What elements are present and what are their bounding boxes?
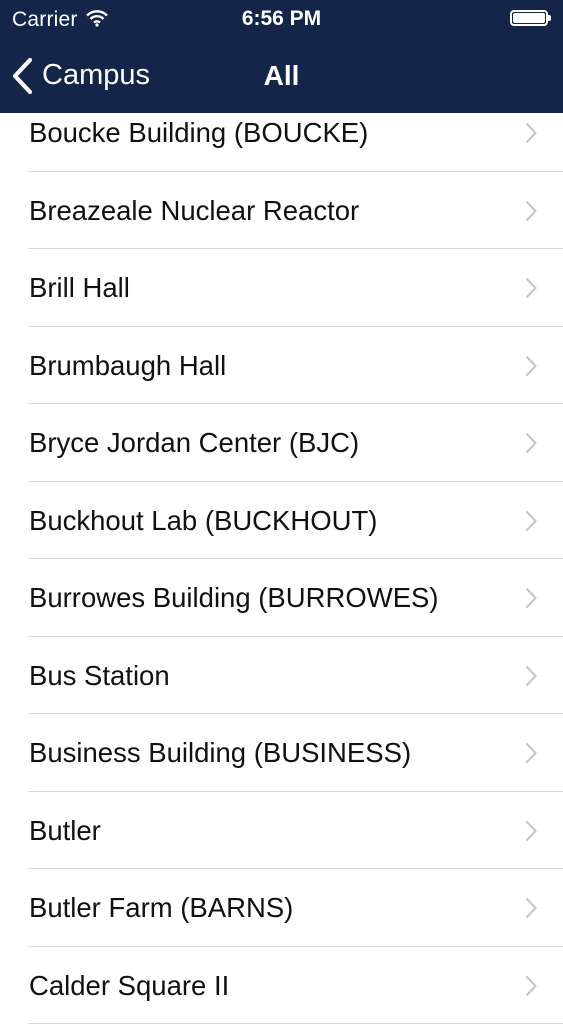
chevron-right-icon (525, 122, 537, 144)
page-title: All (0, 38, 563, 113)
list-item[interactable]: Butler (28, 792, 563, 870)
list-item-label: Buckhout Lab (BUCKHOUT) (29, 482, 377, 559)
status-bar: Carrier 6:56 PM (0, 0, 563, 38)
chevron-right-icon (525, 277, 537, 299)
list-item-label: Calder Square II (29, 947, 229, 1024)
chevron-right-icon (525, 587, 537, 609)
list-item[interactable]: Breazeale Nuclear Reactor (28, 172, 563, 250)
chevron-right-icon (525, 975, 537, 997)
chevron-right-icon (525, 897, 537, 919)
list-item[interactable]: Butler Farm (BARNS) (28, 869, 563, 947)
list-item-label: Butler (29, 792, 101, 869)
list-item[interactable]: Bus Station (28, 637, 563, 715)
chevron-right-icon (525, 742, 537, 764)
list-item-label: Brill Hall (29, 249, 130, 326)
navigation-bar: Campus All (0, 38, 563, 113)
list-item-label: Butler Farm (BARNS) (29, 869, 293, 946)
chevron-right-icon (525, 432, 537, 454)
list-item[interactable]: Calder Square II (28, 947, 563, 1024)
list-item-label: Bryce Jordan Center (BJC) (29, 404, 359, 481)
top-bar: Carrier 6:56 PM Campus All (0, 0, 563, 113)
battery-level (513, 13, 545, 23)
list-item[interactable]: Bryce Jordan Center (BJC) (28, 404, 563, 482)
list-item-label: Business Building (BUSINESS) (29, 714, 411, 791)
chevron-right-icon (525, 820, 537, 842)
list-item[interactable]: Buckhout Lab (BUCKHOUT) (28, 482, 563, 560)
status-time: 6:56 PM (0, 7, 563, 31)
building-list: Boucke Building (BOUCKE) Breazeale Nucle… (0, 94, 563, 1024)
list-item-label: Brumbaugh Hall (29, 327, 226, 404)
battery-tip (548, 15, 551, 21)
chevron-right-icon (525, 510, 537, 532)
list-item-label: Bus Station (29, 637, 170, 714)
list-item[interactable]: Brill Hall (28, 249, 563, 327)
chevron-right-icon (525, 200, 537, 222)
list-item[interactable]: Brumbaugh Hall (28, 327, 563, 405)
list-item[interactable]: Burrowes Building (BURROWES) (28, 559, 563, 637)
chevron-right-icon (525, 355, 537, 377)
list-item[interactable]: Business Building (BUSINESS) (28, 714, 563, 792)
battery-icon (510, 10, 548, 26)
list-item-label: Breazeale Nuclear Reactor (29, 172, 359, 249)
chevron-right-icon (525, 665, 537, 687)
list-item-label: Burrowes Building (BURROWES) (29, 559, 439, 636)
